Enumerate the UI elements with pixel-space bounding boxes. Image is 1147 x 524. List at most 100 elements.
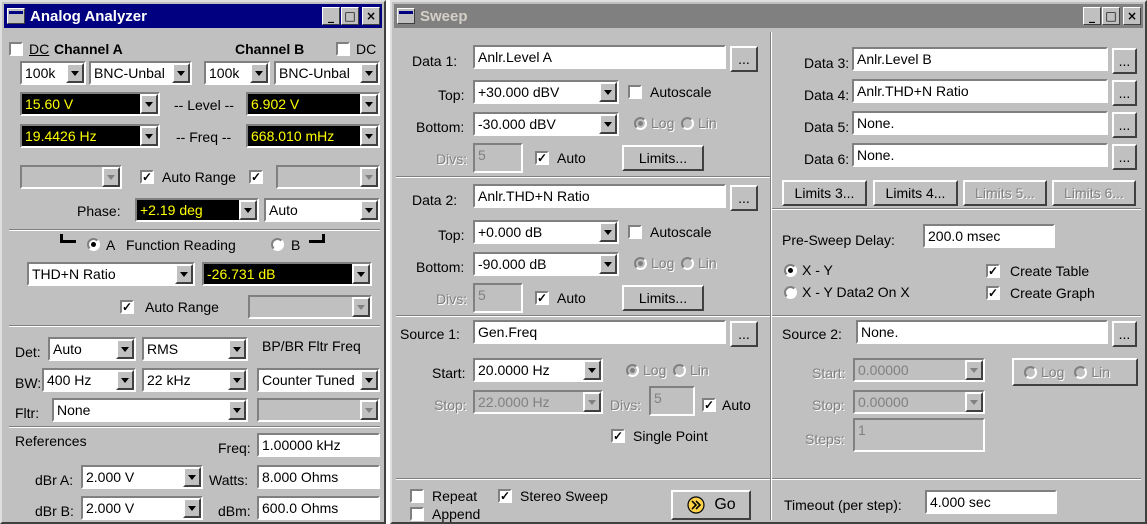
- append-checkbox[interactable]: [410, 507, 424, 521]
- data4-label: Data 4:: [804, 87, 850, 103]
- data2-bottom-select[interactable]: -90.000 dB: [473, 252, 619, 276]
- watts-input[interactable]: 8.000 Ohms: [257, 465, 380, 489]
- function-b-label: B: [291, 237, 301, 253]
- dc-b-checkbox[interactable]: [336, 42, 350, 56]
- dbm-input[interactable]: 600.0 Ohms: [257, 496, 380, 520]
- dc-a-checkbox[interactable]: [9, 42, 23, 56]
- data2-browse-button[interactable]: ...: [730, 185, 758, 211]
- data1-log-radio: [634, 117, 647, 130]
- channel-b-range-disabled-select: [276, 165, 380, 189]
- bw-low-select[interactable]: 400 Hz: [42, 368, 136, 392]
- minimize-icon[interactable]: _: [1083, 7, 1101, 25]
- data2-lin-label: Lin: [698, 255, 717, 271]
- bw-high-select[interactable]: 22 kHz: [142, 368, 248, 392]
- detector-mode-select[interactable]: RMS: [142, 337, 248, 361]
- data2-auto-checkbox[interactable]: ✓: [535, 291, 549, 305]
- fltr-label: Fltr:: [15, 405, 40, 421]
- function-select[interactable]: THD+N Ratio: [27, 262, 195, 286]
- xy-data2-radio[interactable]: [784, 286, 797, 299]
- limits5-button: Limits 5...: [963, 180, 1047, 206]
- data6-browse-button[interactable]: ...: [1112, 144, 1137, 170]
- channel-a-input-select[interactable]: BNC-Unbal: [89, 61, 192, 85]
- data2-limits-button[interactable]: Limits...: [622, 285, 704, 311]
- data4-browse-button[interactable]: ...: [1112, 80, 1137, 106]
- maximize-icon[interactable]: □: [341, 7, 359, 25]
- create-graph-checkbox[interactable]: ✓: [986, 286, 1000, 300]
- minimize-icon[interactable]: _: [322, 7, 340, 25]
- limits4-button[interactable]: Limits 4...: [873, 180, 958, 206]
- create-table-checkbox[interactable]: ✓: [986, 264, 1000, 278]
- source1-lin-radio: [673, 364, 686, 377]
- close-icon[interactable]: ×: [362, 7, 380, 25]
- channel-a-range-select[interactable]: 100k: [20, 61, 86, 85]
- channel-b-input-select[interactable]: BNC-Unbal: [274, 61, 380, 85]
- data1-limits-button[interactable]: Limits...: [622, 145, 704, 171]
- data3-input[interactable]: Anlr.Level B: [852, 47, 1108, 71]
- source2-browse-button[interactable]: ...: [1112, 321, 1137, 347]
- maximize-icon[interactable]: □: [1102, 7, 1120, 25]
- auto-range-a-checkbox[interactable]: ✓: [140, 170, 154, 184]
- source1-log-label: Log: [643, 362, 667, 378]
- xy-data2-label: X - Y Data2 On X: [802, 284, 910, 300]
- data1-auto-checkbox[interactable]: ✓: [535, 151, 549, 165]
- channel-b-range-select[interactable]: 100k: [204, 61, 270, 85]
- channel-b-level-reading[interactable]: 6.902 V: [246, 92, 380, 116]
- function-auto-range-checkbox[interactable]: ✓: [120, 300, 134, 314]
- phase-label: Phase:: [77, 203, 121, 219]
- data6-input[interactable]: None.: [852, 143, 1108, 167]
- xy-radio[interactable]: [784, 264, 797, 277]
- data4-input[interactable]: Anlr.THD+N Ratio: [852, 79, 1108, 103]
- source1-start-select[interactable]: 20.0000 Hz: [473, 358, 603, 382]
- source1-browse-button[interactable]: ...: [730, 321, 758, 347]
- sweep-divider-presweep: [772, 208, 1141, 210]
- source1-auto-checkbox[interactable]: ✓: [702, 398, 716, 412]
- repeat-checkbox[interactable]: [410, 489, 424, 503]
- go-button[interactable]: Go: [671, 490, 751, 520]
- dbrb-select[interactable]: 2.000 V: [81, 496, 203, 520]
- source2-input[interactable]: None.: [856, 320, 1108, 344]
- dbra-select[interactable]: 2.000 V: [81, 465, 203, 489]
- data5-input[interactable]: None.: [852, 111, 1108, 135]
- source1-stop-label: Stop:: [434, 397, 467, 413]
- data3-browse-button[interactable]: ...: [1112, 48, 1137, 74]
- single-point-checkbox[interactable]: ✓: [611, 429, 625, 443]
- data1-input[interactable]: Anlr.Level A: [473, 45, 726, 69]
- data2-divs-input: 5: [473, 283, 523, 313]
- data1-top-select[interactable]: +30.000 dBV: [473, 80, 619, 104]
- source2-log-label: Log: [1041, 364, 1065, 380]
- freq-ref-input[interactable]: 1.00000 kHz: [257, 433, 380, 457]
- stereo-sweep-checkbox[interactable]: ✓: [498, 489, 512, 503]
- channel-a-level-reading[interactable]: 15.60 V: [20, 92, 160, 116]
- phase-reading[interactable]: +2.19 deg: [135, 198, 259, 222]
- analyzer-titlebar[interactable]: Analog Analyzer _ □ ×: [4, 4, 382, 28]
- function-reading-value[interactable]: -26.731 dB: [202, 262, 372, 286]
- function-auto-range-label: Auto Range: [145, 299, 219, 315]
- presweep-input[interactable]: 200.0 msec: [923, 224, 1055, 248]
- repeat-label: Repeat: [432, 488, 478, 504]
- data2-input[interactable]: Anlr.THD+N Ratio: [473, 184, 726, 208]
- channel-b-freq-reading[interactable]: 668.010 mHz: [246, 124, 380, 148]
- function-b-radio[interactable]: [271, 238, 284, 251]
- data1-browse-button[interactable]: ...: [730, 46, 758, 72]
- function-a-radio[interactable]: [87, 238, 100, 251]
- filter-select[interactable]: None: [52, 398, 248, 422]
- data1-autoscale-checkbox[interactable]: [628, 85, 642, 99]
- data2-top-select[interactable]: +0.000 dB: [473, 220, 619, 244]
- data5-browse-button[interactable]: ...: [1112, 112, 1137, 138]
- freq-ref-label: Freq:: [218, 440, 251, 456]
- channel-a-freq-reading[interactable]: 19.4426 Hz: [20, 124, 160, 148]
- data2-autoscale-checkbox[interactable]: [628, 225, 642, 239]
- phase-mode-select[interactable]: Auto: [264, 198, 380, 222]
- data1-bottom-select[interactable]: -30.000 dBV: [473, 112, 619, 136]
- source1-input[interactable]: Gen.Freq: [473, 320, 726, 344]
- function-range-disabled-select: [248, 295, 372, 319]
- data2-bottom-label: Bottom:: [416, 259, 465, 275]
- bpbr-select[interactable]: Counter Tuned: [257, 368, 380, 392]
- timeout-input[interactable]: 4.000 sec: [925, 490, 1057, 514]
- freq-label: -- Freq --: [176, 129, 232, 145]
- limits3-button[interactable]: Limits 3...: [782, 180, 867, 206]
- sweep-titlebar[interactable]: Sweep _ □ ×: [394, 4, 1143, 28]
- detector-select[interactable]: Auto: [48, 337, 136, 361]
- close-icon[interactable]: ×: [1123, 7, 1141, 25]
- auto-range-b-checkbox[interactable]: ✓: [249, 170, 263, 184]
